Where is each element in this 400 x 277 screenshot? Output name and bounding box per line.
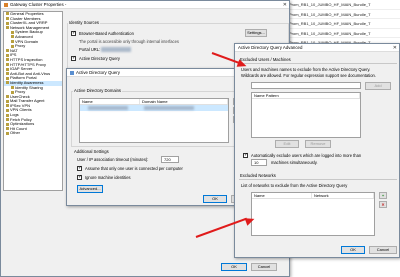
exclude-description-2: Wildcards are allowed. For regular expre… xyxy=(241,73,376,78)
adq-dialog: Active Directory Query ✕ Active Director… xyxy=(66,68,262,206)
excluded-networks-separator xyxy=(239,179,397,180)
col-domain-header: Domain Name xyxy=(140,99,228,104)
tree-node-icon xyxy=(6,53,9,57)
adq-label: Active Directory Query xyxy=(79,56,120,61)
remove-network-icon[interactable]: ✕ xyxy=(379,201,387,208)
timeout-input[interactable]: 720 xyxy=(161,156,179,163)
adq-dialog-title: Active Directory Query xyxy=(76,70,120,75)
gateway-ok-button[interactable]: OK xyxy=(221,263,247,271)
tree-node-icon xyxy=(6,49,9,53)
tree-node-icon xyxy=(6,58,9,62)
adq-advanced-dialog: Active Directory Query Advanced ✕ Exclud… xyxy=(234,43,400,258)
domain-name-redacted xyxy=(88,106,128,110)
tree-node-icon xyxy=(6,104,9,108)
tree-node-icon xyxy=(6,21,9,25)
gateway-window-titlebar: Gateway Cluster Properties - ✕ xyxy=(1,1,289,9)
tree-node-icon xyxy=(6,72,9,76)
assume-one-user-checkbox[interactable] xyxy=(77,165,82,171)
tree-node-icon xyxy=(6,131,9,135)
identity-sources-title: Identity Sources xyxy=(68,20,101,25)
ignore-machine-checkbox[interactable] xyxy=(77,174,82,180)
ad-domains-list[interactable]: Name Domain Name xyxy=(79,98,229,143)
ad-domains-title: Active Directory Domains xyxy=(73,88,123,93)
add-network-icon[interactable]: + xyxy=(379,192,387,199)
portal-url-label: Portal URL: xyxy=(79,47,101,52)
remove-pattern-button[interactable]: Remove xyxy=(305,140,331,148)
adq-adv-title: Active Directory Query Advanced xyxy=(238,45,303,50)
name-pattern-list[interactable]: Name Pattern xyxy=(251,92,361,138)
networks-col-name: Name xyxy=(252,193,312,198)
assume-one-user-label: Assume that only one user is connected p… xyxy=(85,166,183,171)
advanced-button[interactable]: Advanced... xyxy=(77,185,103,193)
auto-exclude-checkbox[interactable] xyxy=(243,152,248,158)
ignore-machine-label: Ignore machine identities xyxy=(85,175,131,180)
object-list-item[interactable]: Prom_RB1_10_JUMBO_HF_MAIN_Bundle_T xyxy=(286,0,400,10)
networks-description: List of networks to exclude from the Act… xyxy=(241,183,348,188)
additional-settings-title: Additional Settings xyxy=(73,149,110,154)
browser-auth-settings-button[interactable]: Settings... xyxy=(245,29,267,37)
adq-adv-cancel-button[interactable]: Cancel xyxy=(369,246,397,254)
tree-node-icon xyxy=(6,76,9,80)
auto-exclude-label-1: Automatically exclude users which are lo… xyxy=(251,153,362,158)
browser-auth-label: Browser-Based Authentication xyxy=(79,31,134,36)
portal-note: The portal is accessible only through in… xyxy=(79,39,179,44)
tree-node-icon xyxy=(6,127,9,131)
tree-node-icon xyxy=(11,85,14,89)
tree-node-icon xyxy=(6,17,9,21)
tree-node-icon xyxy=(6,12,9,16)
adq-adv-titlebar: Active Directory Query Advanced ✕ xyxy=(235,44,399,52)
exclude-pattern-input[interactable] xyxy=(251,82,361,89)
tree-node-icon xyxy=(6,118,9,122)
tree-node-icon xyxy=(6,99,9,103)
tree-node-icon xyxy=(6,113,9,117)
tree-node-icon xyxy=(6,81,9,85)
portal-url-redacted xyxy=(101,47,131,52)
object-list-item[interactable]: Prom_RB1_10_JUMBO_HF_MAIN_Bundle_T xyxy=(286,19,400,29)
timeout-label: User / IP association timeout (minutes): xyxy=(77,157,149,162)
domain-fqdn-redacted xyxy=(144,106,194,110)
name-pattern-header: Name Pattern xyxy=(252,93,360,99)
adq-dialog-icon xyxy=(70,70,74,75)
adq-checkbox[interactable] xyxy=(71,55,76,61)
tree-node-icon xyxy=(11,35,14,39)
gateway-cancel-button[interactable]: Cancel xyxy=(251,263,277,271)
tree-node-icon xyxy=(6,122,9,126)
excluded-networks-header: Name Network xyxy=(252,193,374,199)
excluded-networks-list[interactable]: Name Network xyxy=(251,192,375,236)
name-pattern-col: Name Pattern xyxy=(252,93,360,98)
adq-ok-button[interactable]: OK xyxy=(203,195,227,203)
adq-dialog-titlebar: Active Directory Query ✕ xyxy=(67,69,261,77)
object-list-item[interactable]: Prom_RB1_10_JUMBO_HF_MAIN_Bundle_T xyxy=(286,10,400,20)
tree-node-icon xyxy=(6,95,9,99)
exclude-description-1: Users and machines names to exclude from… xyxy=(241,67,371,72)
adq-adv-ok-button[interactable]: OK xyxy=(341,246,365,254)
tree-node-icon xyxy=(11,40,14,43)
tree-item[interactable]: Other xyxy=(4,131,62,136)
close-icon[interactable]: ✕ xyxy=(283,1,287,8)
ad-domain-row[interactable] xyxy=(80,105,228,111)
edit-pattern-button[interactable]: Edit xyxy=(275,140,299,148)
excluded-networks-title: Excluded Networks xyxy=(239,173,277,178)
auto-exclude-label-2: machines simultaneously. xyxy=(271,160,318,165)
close-icon[interactable]: ✕ xyxy=(393,44,397,51)
tree-item-label: Other xyxy=(10,130,21,136)
properties-tree: General Properties Cluster Members Cluster… xyxy=(3,11,63,191)
gateway-window-title: Gateway Cluster Properties - xyxy=(10,2,67,7)
tree-node-icon xyxy=(6,62,9,66)
tree-node-icon xyxy=(11,30,14,34)
object-list-item[interactable]: Prom_RB1_10_JUMBO_HF_MAIN_Bundle_T xyxy=(286,29,400,39)
gateway-icon xyxy=(4,2,8,7)
tree-node-icon xyxy=(6,108,9,112)
add-pattern-button[interactable]: Add xyxy=(365,82,391,90)
browser-auth-checkbox[interactable] xyxy=(71,30,76,36)
tree-node-icon xyxy=(6,26,9,30)
excluded-users-separator xyxy=(239,63,397,64)
tree-node-icon xyxy=(6,67,9,71)
auto-exclude-count-input[interactable]: 10 xyxy=(251,159,267,166)
networks-col-network: Network xyxy=(312,193,374,198)
col-name-header: Name xyxy=(80,99,140,104)
